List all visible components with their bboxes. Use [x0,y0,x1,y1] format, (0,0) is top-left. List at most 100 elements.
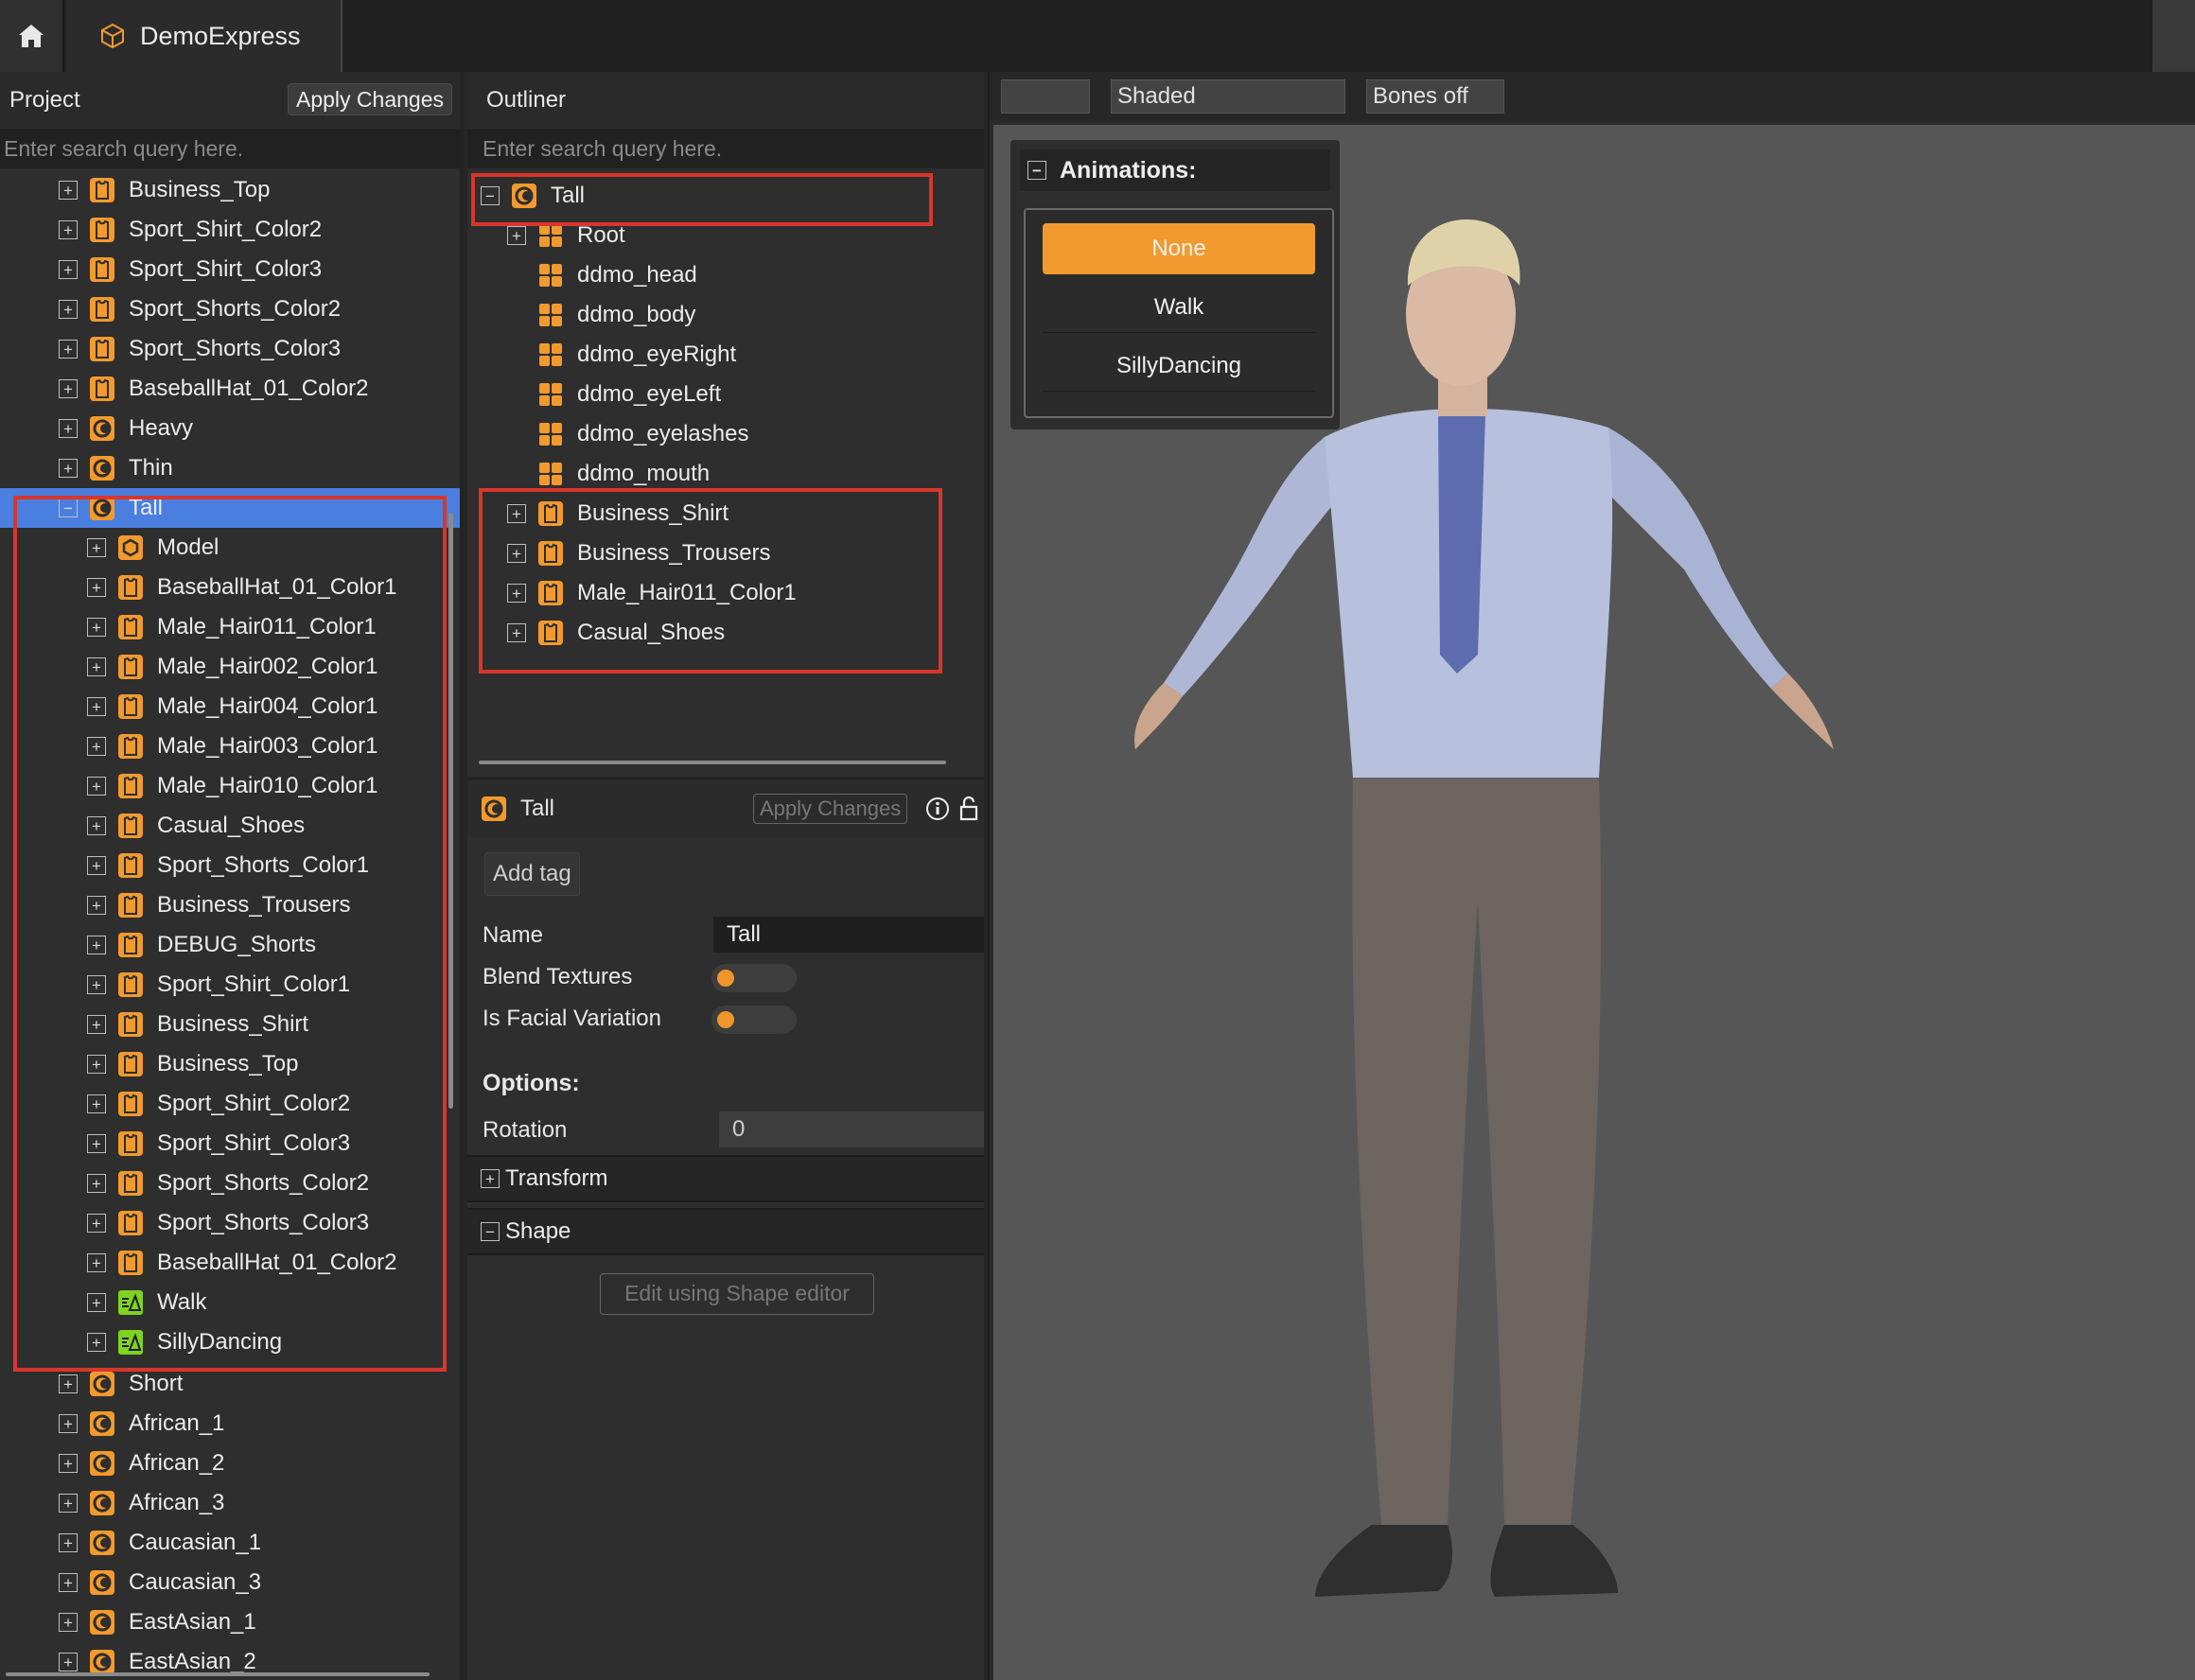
project-tree-child-item[interactable]: + Sport_Shirt_Color2 [0,1084,460,1124]
expand-icon[interactable]: + [87,538,106,557]
project-tree-child-item[interactable]: + Business_Trousers [0,885,460,925]
project-tree-child-item[interactable]: + Casual_Shoes [0,806,460,846]
lock-icon[interactable] [959,796,978,822]
add-tag-button[interactable]: Add tag [484,852,580,896]
viewport-3d-scene[interactable]: − Animations: None Walk SillyDancing [993,125,2195,1680]
project-tree-child-item[interactable]: + BaseballHat_01_Color2 [0,1243,460,1283]
project-tree-child-item[interactable]: + Sport_Shorts_Color3 [0,1203,460,1243]
project-tree-child-item[interactable]: + Business_Shirt [0,1005,460,1044]
expand-icon[interactable]: + [507,226,526,245]
expand-icon[interactable]: + [87,777,106,796]
blend-textures-toggle[interactable] [711,964,797,992]
inspector-apply-button[interactable]: Apply Changes [753,794,908,824]
project-tree-child-item[interactable]: + Sport_Shorts_Color1 [0,846,460,885]
project-vertical-scrollbar[interactable] [448,513,453,1109]
expand-icon[interactable]: + [87,1134,106,1153]
expand-icon[interactable]: + [59,1533,78,1552]
expand-icon[interactable]: + [59,1653,78,1671]
outliner-item[interactable]: + Male_Hair011_Color1 [467,573,984,613]
shading-dropdown[interactable]: Shaded [1111,79,1345,114]
project-horizontal-scrollbar[interactable] [6,1672,430,1676]
expand-icon[interactable]: + [87,618,106,637]
project-tree-child-item[interactable]: + Business_Top [0,1044,460,1084]
project-tree-item-selected[interactable]: − Tall [0,488,460,528]
facial-variation-toggle[interactable] [711,1006,797,1034]
outliner-root-item[interactable]: − Tall [467,176,984,216]
expand-icon[interactable]: + [87,896,106,915]
expand-icon[interactable]: + [59,181,78,200]
expand-icon[interactable]: + [87,578,106,597]
project-tree-item[interactable]: + Business_Top [0,170,460,210]
outliner-item[interactable]: ddmo_eyeRight [467,335,984,375]
collapse-icon[interactable]: − [59,499,78,517]
expand-icon[interactable]: + [59,1454,78,1473]
project-tree-child-item[interactable]: + Male_Hair003_Color1 [0,726,460,766]
project-tree-child-item[interactable]: + Sport_Shirt_Color3 [0,1124,460,1164]
project-tree-child-item[interactable]: + Male_Hair004_Color1 [0,687,460,726]
outliner-item[interactable]: ddmo_eyeLeft [467,375,984,414]
expand-icon[interactable]: + [59,1414,78,1433]
collapse-icon[interactable]: − [481,186,500,205]
edit-shape-button[interactable]: Edit using Shape editor [600,1273,874,1315]
shape-section[interactable]: − Shape [467,1208,984,1255]
project-tree-child-item[interactable]: + BaseballHat_01_Color1 [0,568,460,607]
outliner-item[interactable]: + Root [467,216,984,255]
expand-icon[interactable]: + [87,816,106,835]
expand-icon[interactable]: + [87,1333,106,1352]
expand-icon[interactable]: + [87,936,106,954]
expand-icon[interactable]: + [507,623,526,642]
outliner-item[interactable]: + Business_Trousers [467,534,984,573]
project-tree-item[interactable]: + Sport_Shorts_Color2 [0,289,460,329]
outliner-item[interactable]: + Business_Shirt [467,494,984,534]
expand-icon[interactable]: + [507,544,526,563]
project-tree-item[interactable]: + BaseballHat_01_Color2 [0,369,460,409]
project-tree-child-item[interactable]: + Walk [0,1283,460,1322]
viewport-mode-box[interactable] [1001,79,1090,114]
outliner-horizontal-scrollbar[interactable] [479,761,946,764]
expand-icon[interactable]: + [59,1374,78,1393]
apply-changes-button[interactable]: Apply Changes [288,83,452,115]
project-tree-child-item[interactable]: + Male_Hair011_Color1 [0,607,460,647]
project-tree-item[interactable]: + African_3 [0,1483,460,1523]
project-tree-item[interactable]: + Sport_Shirt_Color2 [0,210,460,250]
project-tree-item[interactable]: + Thin [0,448,460,488]
project-tree-child-item[interactable]: + SillyDancing [0,1322,460,1362]
project-tree-child-item[interactable]: + DEBUG_Shorts [0,925,460,965]
project-tree-item[interactable]: + EastAsian_1 [0,1602,460,1642]
project-tree-item[interactable]: + Caucasian_3 [0,1563,460,1602]
outliner-item[interactable]: + Casual_Shoes [467,613,984,653]
project-tree-item[interactable]: + African_1 [0,1404,460,1444]
outliner-search-input[interactable]: Enter search query here. [467,129,984,168]
outliner-item[interactable]: ddmo_body [467,295,984,335]
expand-icon[interactable]: + [87,1293,106,1312]
expand-icon[interactable]: + [59,260,78,279]
project-tree-item[interactable]: + African_2 [0,1444,460,1483]
expand-icon[interactable]: + [59,1494,78,1513]
expand-icon[interactable]: + [87,975,106,994]
name-field[interactable]: Tall [713,917,984,953]
expand-icon[interactable]: + [87,1055,106,1074]
tab-demoexpress[interactable]: DemoExpress [66,0,342,72]
bones-toggle[interactable]: Bones off [1366,79,1504,114]
expand-icon[interactable]: + [59,1573,78,1592]
expand-icon[interactable]: + [87,856,106,875]
expand-icon[interactable]: + [87,1094,106,1113]
project-tree-child-item[interactable]: + Male_Hair010_Color1 [0,766,460,806]
outliner-item[interactable]: ddmo_head [467,255,984,295]
project-search-input[interactable]: Enter search query here. [0,129,460,168]
expand-icon[interactable]: + [59,419,78,438]
project-tree-child-item[interactable]: + Sport_Shorts_Color2 [0,1164,460,1203]
project-tree-item[interactable]: + Sport_Shirt_Color3 [0,250,460,289]
expand-icon[interactable]: + [87,1214,106,1233]
info-icon[interactable] [925,796,950,821]
expand-icon[interactable]: + [59,340,78,359]
project-tree-item[interactable]: + Caucasian_1 [0,1523,460,1563]
expand-icon[interactable]: + [59,379,78,398]
expand-icon[interactable]: + [59,459,78,478]
project-tree-item[interactable]: + Short [0,1364,460,1404]
outliner-item[interactable]: ddmo_mouth [467,454,984,494]
expand-icon[interactable]: + [87,1253,106,1272]
expand-icon[interactable]: + [59,300,78,319]
expand-icon[interactable]: + [507,584,526,603]
project-tree-item[interactable]: + Heavy [0,409,460,448]
